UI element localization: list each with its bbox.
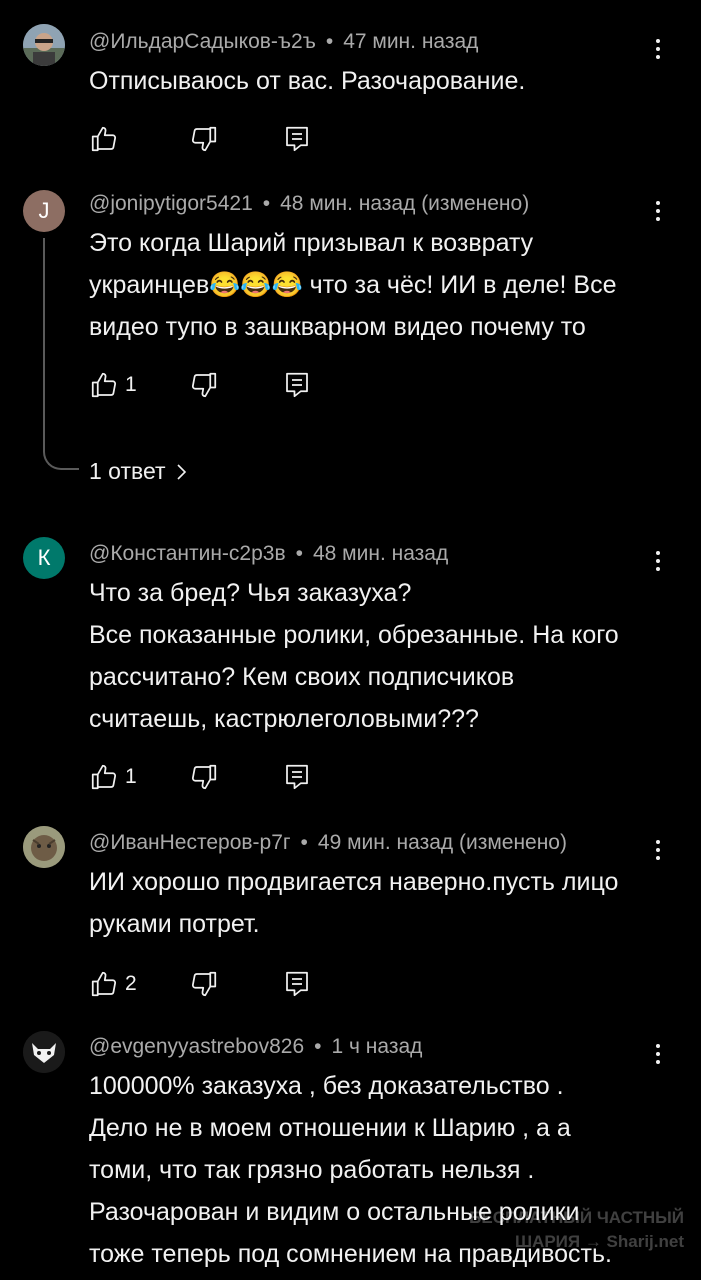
comment-line: руками потрет. <box>89 910 260 938</box>
avatar[interactable]: J <box>23 190 65 232</box>
comment-meta: @ИванНестеров-р7г • 49 мин. назад (изменен… <box>89 831 567 854</box>
avatar[interactable] <box>23 1031 65 1073</box>
thumb-down-icon <box>191 126 217 152</box>
comment-line: рассчитано? Кем своих подписчиков <box>89 663 515 691</box>
comment-line: ИИ хорошо продвигается наверно.пусть лиц… <box>89 868 619 896</box>
avatar-letter: К <box>37 545 51 570</box>
watermark-line: ШАРИЯ → Sharij.net <box>514 1232 684 1251</box>
dislike-button[interactable] <box>189 967 219 1001</box>
comment-body: Что за бред? Чья заказуха? Все показанны… <box>89 572 679 740</box>
watermark-line: БЕСПЛАТНЫЙ ЧАСТНЫЙ <box>469 1208 684 1227</box>
reply-icon <box>286 126 308 152</box>
comment-meta: @Константин-с2р3в • 48 мин. назад <box>89 542 449 565</box>
thumb-up-icon <box>91 971 117 997</box>
like-button[interactable]: 1 <box>89 368 137 402</box>
chevron-right-icon <box>176 463 186 480</box>
author-name[interactable]: @evgenyyastrebov826 <box>89 1035 304 1058</box>
dislike-button[interactable] <box>189 760 219 794</box>
avatar[interactable] <box>23 826 65 868</box>
comment-body: Это когда Шарий призывал к возврату укра… <box>89 222 679 348</box>
replies-label: 1 ответ <box>89 458 166 484</box>
watermark: БЕСПЛАТНЫЙ ЧАСТНЫЙ ШАРИЯ → Sharij.net <box>448 1206 684 1254</box>
author-name[interactable]: @ИльдарСадыков-ъ2ъ <box>89 30 316 53</box>
like-button[interactable]: 2 <box>89 967 137 1001</box>
comment-line: видео тупо в зашкварном видео почему то <box>89 313 586 341</box>
comment-line: Все показанные ролики, обрезанные. На ко… <box>89 621 619 649</box>
comment-line: Это когда Шарий призывал к возврату <box>89 229 534 257</box>
thumb-up-icon <box>91 372 117 398</box>
like-count: 1 <box>125 373 137 396</box>
thumb-down-icon <box>191 372 217 398</box>
thumb-down-icon <box>191 971 217 997</box>
reply-button[interactable] <box>282 760 312 794</box>
reply-icon <box>286 764 308 790</box>
author-name[interactable]: @jonipytigor5421 <box>89 192 253 215</box>
comment-body: ИИ хорошо продвигается наверно.пусть лиц… <box>89 861 679 945</box>
view-replies-button[interactable]: 1 ответ <box>89 458 188 485</box>
reply-button[interactable] <box>282 967 312 1001</box>
dislike-button[interactable] <box>189 122 219 156</box>
like-button[interactable]: 1 <box>89 760 137 794</box>
comment-time: 1 ч назад <box>331 1035 423 1058</box>
reply-button[interactable] <box>282 368 312 402</box>
comment-line: Отписываюсь от вас. Разочарование. <box>89 67 526 95</box>
comment-time: 49 мин. назад (изменено) <box>317 831 567 854</box>
comment-line: 100000% заказуха , без доказательство . <box>89 1072 564 1100</box>
reply-icon <box>286 372 308 398</box>
comment-actions: 1 <box>89 760 349 794</box>
comment-time: 48 мин. назад (изменено) <box>280 192 530 215</box>
author-name[interactable]: @Константин-с2р3в <box>89 542 286 565</box>
avatar[interactable]: К <box>23 537 65 579</box>
like-count: 2 <box>125 972 137 995</box>
avatar-photo <box>23 1031 65 1073</box>
author-name[interactable]: @ИванНестеров-р7г <box>89 831 291 854</box>
comment-line: украинцев😂😂😂 что за чёс! ИИ в деле! Все <box>89 271 617 299</box>
comment-actions: 2 <box>89 967 349 1001</box>
comment-actions <box>89 122 349 156</box>
reply-button[interactable] <box>282 122 312 156</box>
comment-meta: @ИльдарСадыков-ъ2ъ • 47 мин. назад <box>89 30 479 53</box>
thumb-up-icon <box>91 126 117 152</box>
like-count: 1 <box>125 765 137 788</box>
avatar-photo <box>23 826 65 868</box>
thumb-down-icon <box>191 764 217 790</box>
avatar-photo <box>23 24 65 66</box>
comment-time: 48 мин. назад <box>312 542 449 565</box>
comment-body: Отписываюсь от вас. Разочарование. <box>89 60 679 102</box>
comment-line: Что за бред? Чья заказуха? <box>89 579 412 607</box>
like-button[interactable] <box>89 122 119 156</box>
avatar[interactable] <box>23 24 65 66</box>
comment-line: Дело не в моем отношении к Шарию , а а <box>89 1114 571 1142</box>
thumb-up-icon <box>91 764 117 790</box>
reply-icon <box>286 971 308 997</box>
comment-time: 47 мин. назад <box>343 30 479 53</box>
dislike-button[interactable] <box>189 368 219 402</box>
comment-actions: 1 <box>89 368 349 402</box>
comment-meta: @jonipytigor5421 • 48 мин. назад (изменено… <box>89 192 530 215</box>
comment-meta: @evgenyyastrebov826 • 1 ч назад <box>89 1035 423 1058</box>
comment-line: томи, что так грязно работать нельзя . <box>89 1156 535 1184</box>
avatar-letter: J <box>38 198 50 223</box>
thread-line <box>43 238 79 470</box>
comment-line: считаешь, кастрюлеголовыми??? <box>89 705 479 733</box>
